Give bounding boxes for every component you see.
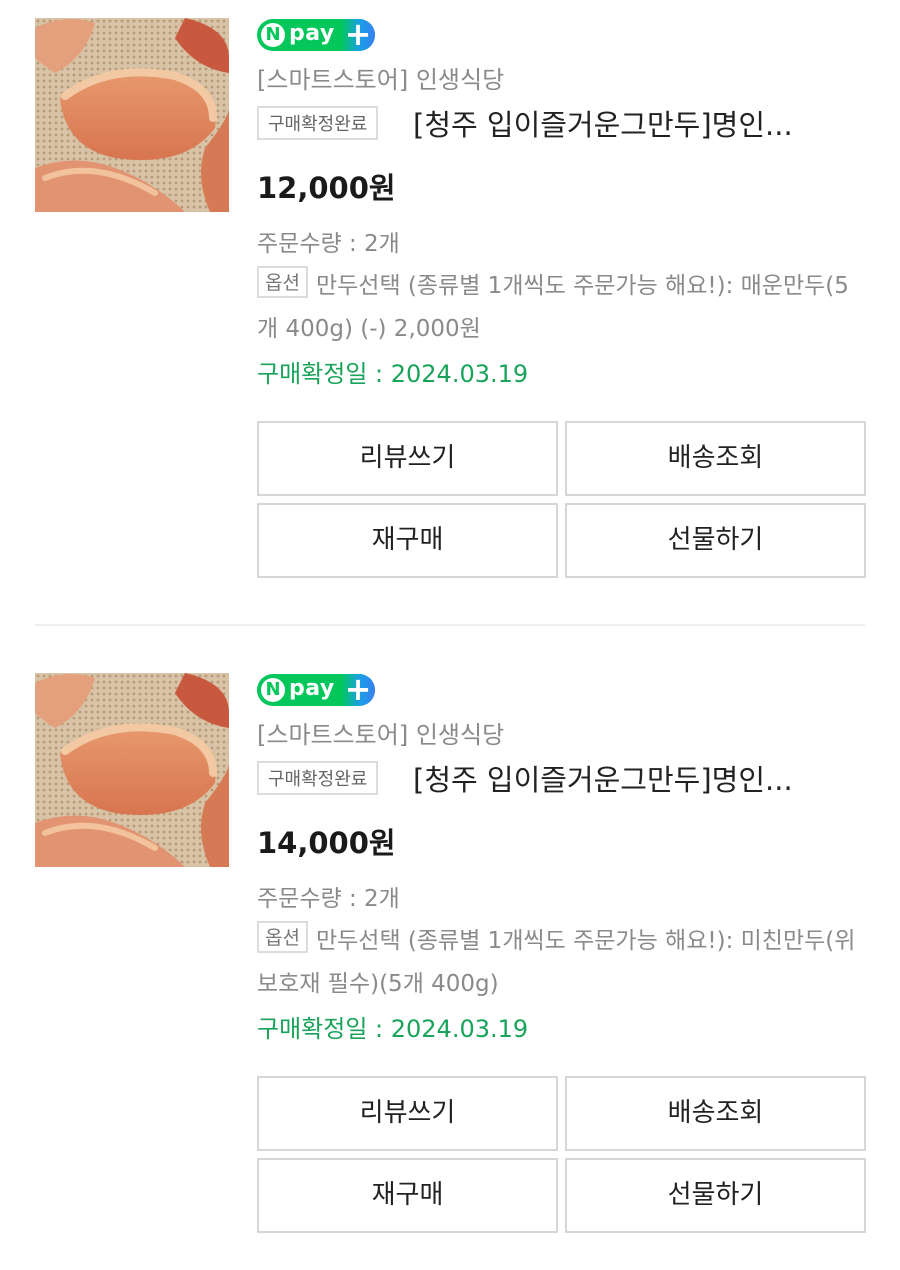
product-thumbnail[interactable] <box>35 18 229 212</box>
gift-button[interactable]: 선물하기 <box>565 503 866 578</box>
npay-n-icon: N <box>261 678 285 702</box>
option-badge: 옵션 <box>257 921 308 953</box>
rebuy-button[interactable]: 재구매 <box>257 503 558 578</box>
order-quantity: 주문수량 : 2개 <box>257 886 400 912</box>
dumpling-image-icon <box>35 18 229 212</box>
purchase-confirm-date: 구매확정일 : 2024.03.19 <box>257 1015 529 1043</box>
option-info: 옵션 만두선택 (종류별 1개씩도 주문가능 해요!): 매운만두(5개 400g… <box>257 265 865 351</box>
track-shipping-button[interactable]: 배송조회 <box>565 421 866 496</box>
status-badge: 구매확정완료 <box>257 761 379 795</box>
track-shipping-button[interactable]: 배송조회 <box>565 1076 866 1151</box>
product-title[interactable]: [청주 입이즐거운그만두]명인... <box>413 102 863 144</box>
store-name[interactable]: [스마트스토어] 인생식당 <box>257 715 504 750</box>
price: 12,000원 <box>257 171 396 205</box>
plus-icon: + <box>344 674 372 706</box>
price: 14,000원 <box>257 826 396 860</box>
npay-pay-label: pay <box>289 676 335 701</box>
dumpling-image-icon <box>35 673 229 867</box>
gift-button[interactable]: 선물하기 <box>565 1158 866 1233</box>
review-button[interactable]: 리뷰쓰기 <box>257 421 558 496</box>
npay-n-icon: N <box>261 23 285 47</box>
store-name[interactable]: [스마트스토어] 인생식당 <box>257 60 504 95</box>
npay-pay-label: pay <box>289 21 335 46</box>
rebuy-button[interactable]: 재구매 <box>257 1158 558 1233</box>
order-quantity: 주문수량 : 2개 <box>257 231 400 257</box>
purchase-confirm-date: 구매확정일 : 2024.03.19 <box>257 360 529 388</box>
order-item: N pay + [스마트스토어] 인생식당 구매확정완료 [청주 입이즐거운그만… <box>0 655 900 1255</box>
npay-plus-badge: N pay + <box>257 19 375 51</box>
divider <box>35 624 865 626</box>
plus-icon: + <box>344 19 372 51</box>
option-badge: 옵션 <box>257 266 308 298</box>
order-item: N pay + [스마트스토어] 인생식당 구매확정완료 [청주 입이즐거운그만… <box>0 0 900 626</box>
product-thumbnail[interactable] <box>35 673 229 867</box>
npay-plus-badge: N pay + <box>257 674 375 706</box>
product-title[interactable]: [청주 입이즐거운그만두]명인... <box>413 757 863 799</box>
option-text: 만두선택 (종류별 1개씩도 주문가능 해요!): 매운만두(5개 400g) … <box>257 273 849 342</box>
review-button[interactable]: 리뷰쓰기 <box>257 1076 558 1151</box>
status-badge: 구매확정완료 <box>257 106 379 140</box>
option-info: 옵션 만두선택 (종류별 1개씩도 주문가능 해요!): 미친만두(위보호재 필수… <box>257 920 865 1006</box>
option-text: 만두선택 (종류별 1개씩도 주문가능 해요!): 미친만두(위보호재 필수)(… <box>257 928 856 997</box>
